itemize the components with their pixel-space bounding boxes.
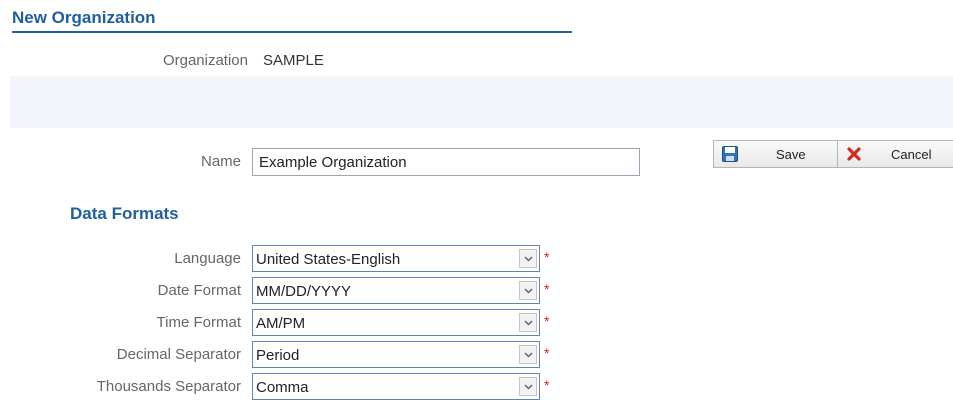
date-format-value: MM/DD/YYYY [256,283,352,300]
save-button[interactable]: Save [713,140,838,168]
header-band [10,76,953,128]
name-label: Name [200,153,241,170]
organization-value: SAMPLE [263,52,324,69]
cancel-button[interactable]: Cancel [837,140,953,168]
chevron-down-icon[interactable] [519,345,537,364]
language-label: Language [174,250,241,267]
chevron-down-icon[interactable] [519,313,537,332]
language-select[interactable]: United States-English [252,245,540,272]
name-input[interactable] [252,148,640,176]
decimal-separator-select[interactable]: Period [252,341,540,368]
save-button-label: Save [776,147,806,162]
red-x-icon [846,146,862,162]
decimal-separator-value: Period [256,347,300,364]
language-value: United States-English [256,251,401,268]
required-marker: * [544,313,550,329]
date-format-select[interactable]: MM/DD/YYYY [252,277,540,304]
page-title: New Organization [12,8,572,33]
time-format-value: AM/PM [256,315,306,332]
cancel-button-label: Cancel [891,147,932,162]
chevron-down-icon[interactable] [519,377,537,396]
floppy-disk-icon [722,146,738,162]
required-marker: * [544,377,550,393]
organization-row: Organization SAMPLE [0,52,953,70]
organization-label: Organization [162,52,248,69]
date-format-label: Date Format [157,282,241,299]
required-marker: * [544,345,550,361]
data-formats-title: Data Formats [70,204,179,223]
time-format-label: Time Format [156,314,241,331]
required-marker: * [544,281,550,297]
chevron-down-icon[interactable] [519,249,537,268]
chevron-down-icon[interactable] [519,281,537,300]
required-marker: * [544,249,550,265]
thousands-separator-value: Comma [256,379,309,396]
time-format-select[interactable]: AM/PM [252,309,540,336]
decimal-separator-label: Decimal Separator [116,346,241,363]
thousands-separator-label: Thousands Separator [96,378,241,395]
